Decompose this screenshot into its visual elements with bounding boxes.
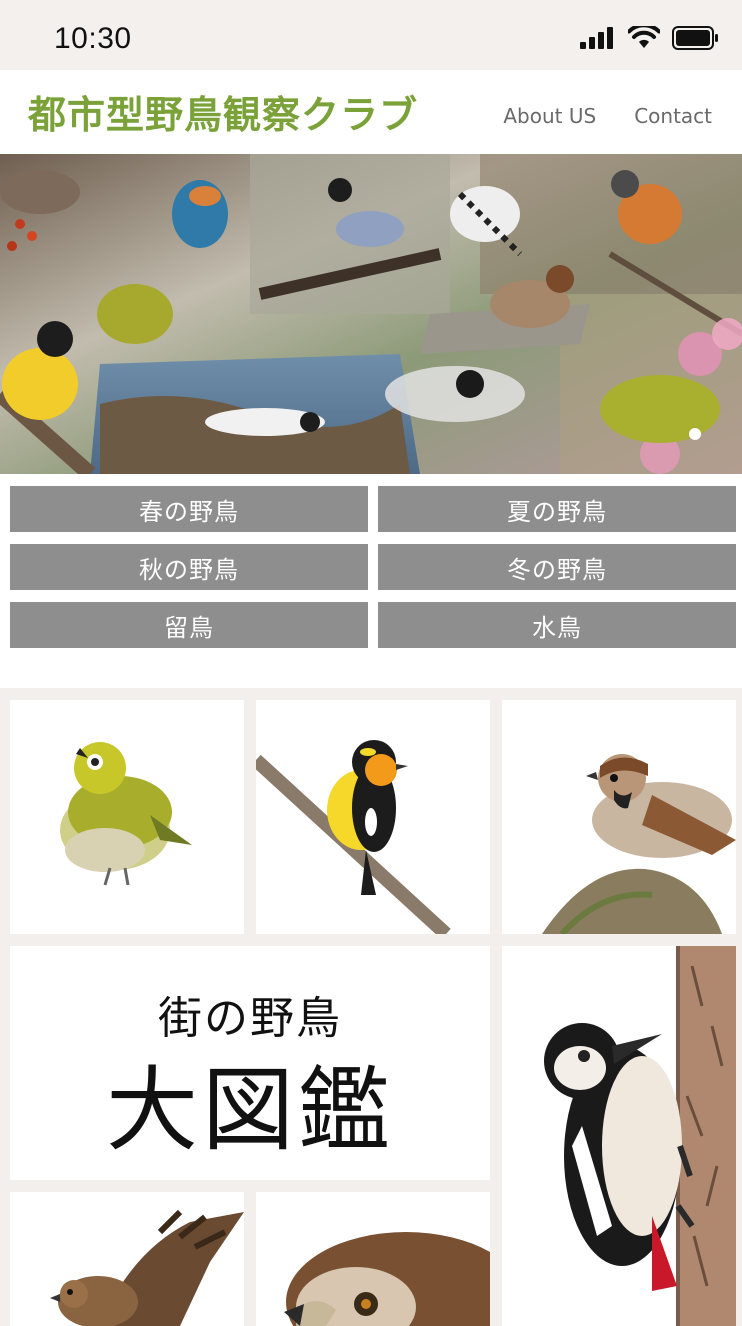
woodpecker-image — [544, 946, 736, 1326]
category-winter-button[interactable]: 冬の野鳥 — [378, 544, 736, 590]
photo-japanese-white-eye[interactable] — [10, 700, 244, 934]
encyclopedia-title: 大図鑑 — [105, 1057, 394, 1164]
bird-collage-image — [0, 154, 742, 474]
status-time: 10:30 — [54, 22, 132, 55]
category-resident-button[interactable]: 留鳥 — [10, 602, 368, 648]
category-spring-button[interactable]: 春の野鳥 — [10, 486, 368, 532]
photo-sparrow[interactable] — [502, 700, 736, 934]
site-header: 都市型野鳥観察クラブ About US Contact — [0, 70, 742, 154]
sparrow-image — [542, 754, 736, 934]
photo-eagle[interactable] — [256, 1192, 490, 1326]
nav-contact-link[interactable]: Contact — [634, 104, 712, 128]
photo-great-spotted-woodpecker[interactable] — [502, 946, 736, 1326]
status-icons — [580, 26, 720, 50]
photo-narcissus-flycatcher[interactable] — [256, 700, 490, 934]
battery-icon — [672, 26, 718, 50]
japanese-white-eye-image — [60, 742, 192, 886]
wifi-icon — [628, 26, 660, 48]
nav-about-link[interactable]: About US — [503, 104, 596, 128]
category-waterfowl-button[interactable]: 水鳥 — [378, 602, 736, 648]
eagle-image — [284, 1232, 490, 1326]
category-menu: 春の野鳥 夏の野鳥 秋の野鳥 冬の野鳥 留鳥 水鳥 — [0, 474, 742, 688]
category-autumn-button[interactable]: 秋の野鳥 — [10, 544, 368, 590]
photo-hawk[interactable] — [10, 1192, 244, 1326]
encyclopedia-feature-card[interactable]: 街の野鳥 大図鑑 — [10, 946, 490, 1180]
status-bar: 10:30 — [0, 0, 742, 70]
hero-bird-collage — [0, 154, 742, 474]
category-summer-button[interactable]: 夏の野鳥 — [378, 486, 736, 532]
hawk-image — [50, 1209, 244, 1326]
cellular-signal-icon — [580, 27, 613, 49]
site-title[interactable]: 都市型野鳥観察クラブ — [28, 84, 418, 139]
main-nav: About US Contact — [503, 104, 712, 128]
narcissus-flycatcher-image — [256, 740, 451, 934]
